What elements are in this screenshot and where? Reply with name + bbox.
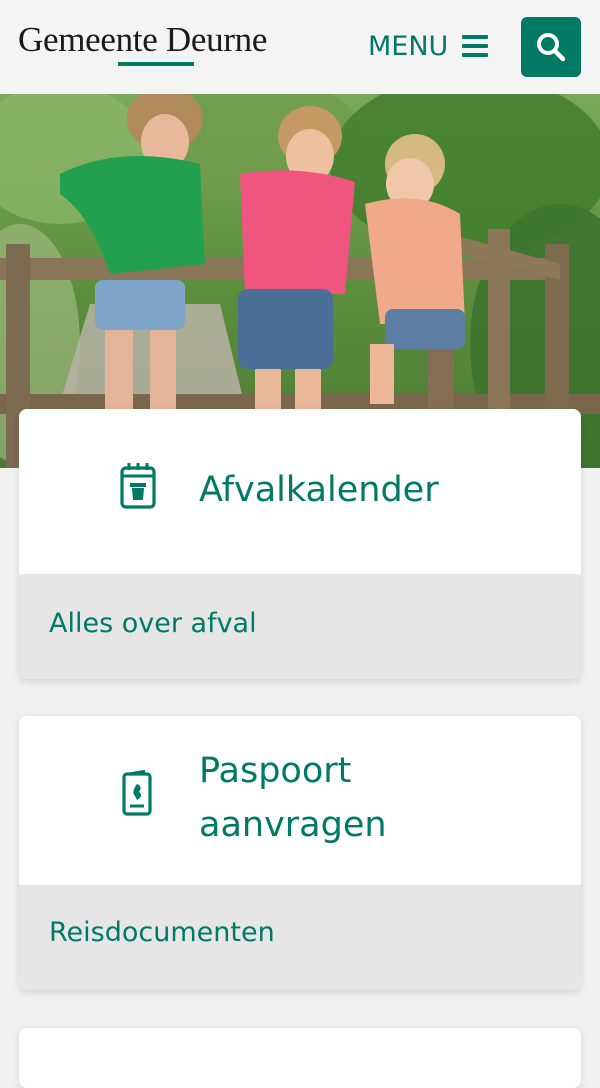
card-paspoort-link[interactable]: Reisdocumenten bbox=[19, 885, 581, 990]
calendar-trash-icon bbox=[120, 463, 156, 509]
card-afvalkalender: Afvalkalender Alles over afval bbox=[19, 409, 581, 679]
hamburger-icon bbox=[462, 35, 489, 57]
card-paspoort-link-label: Reisdocumenten bbox=[49, 917, 275, 948]
site-header: Gemeente Deurne MENU bbox=[0, 0, 600, 94]
card-paspoort-main[interactable]: Paspoort aanvragen bbox=[19, 716, 581, 885]
search-icon bbox=[537, 33, 566, 62]
card-afvalkalender-title: Afvalkalender bbox=[199, 470, 439, 510]
passport-icon bbox=[122, 770, 152, 816]
card-afvalkalender-link-label: Alles over afval bbox=[49, 608, 257, 639]
site-logo[interactable]: Gemeente Deurne bbox=[18, 20, 267, 60]
card-afvalkalender-link[interactable]: Alles over afval bbox=[19, 574, 581, 679]
card-paspoort-title-line2: aanvragen bbox=[199, 805, 387, 845]
menu-label: MENU bbox=[368, 30, 449, 62]
card-paspoort-title-line1: Paspoort bbox=[199, 751, 352, 791]
logo-underline bbox=[118, 62, 194, 66]
card-afvalkalender-main[interactable]: Afvalkalender bbox=[19, 409, 581, 574]
menu-button[interactable]: MENU bbox=[368, 26, 489, 66]
card-partial[interactable] bbox=[19, 1028, 581, 1088]
search-button[interactable] bbox=[521, 17, 581, 77]
card-paspoort: Paspoort aanvragen Reisdocumenten bbox=[19, 716, 581, 990]
